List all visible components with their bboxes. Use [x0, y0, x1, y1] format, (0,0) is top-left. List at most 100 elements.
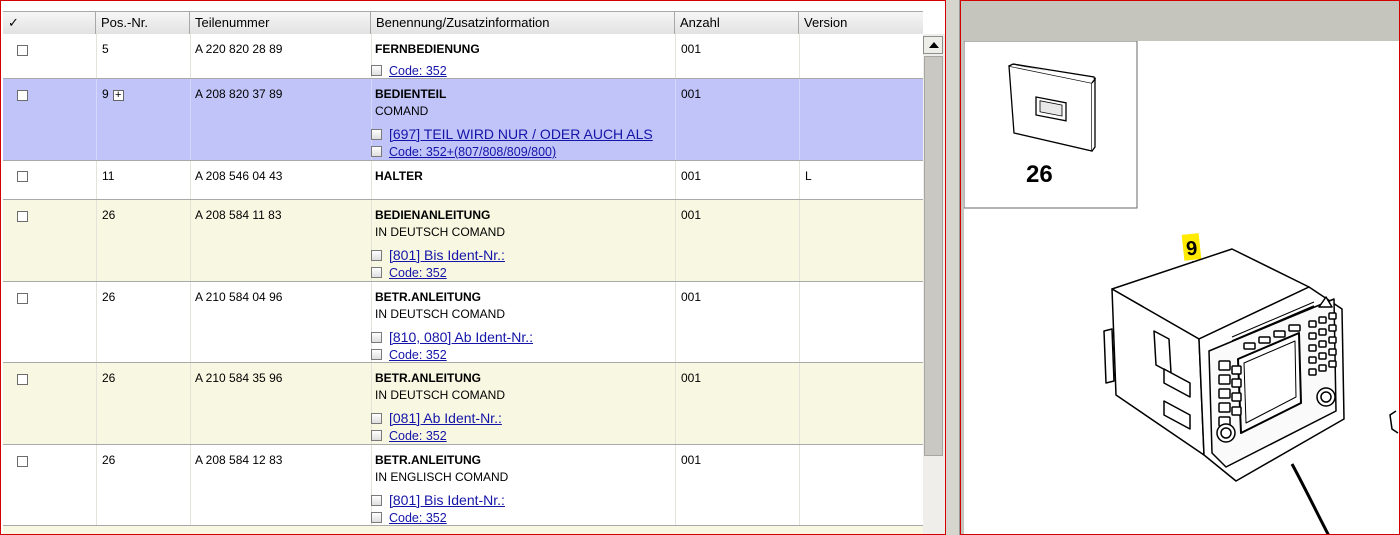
- pos-number: 26: [102, 453, 116, 467]
- row-checkbox[interactable]: [17, 90, 28, 101]
- quantity: 001: [681, 169, 702, 183]
- row-checkbox[interactable]: [17, 45, 28, 56]
- column-header-check[interactable]: ✓: [3, 12, 96, 34]
- note-link-row[interactable]: Code: 352: [371, 348, 447, 362]
- part-number: A 210 584 35 96: [195, 371, 283, 385]
- note-icon: [371, 146, 382, 157]
- note-link-row[interactable]: [697] TEIL WIRD NUR / ODER AUCH ALS: [371, 126, 653, 142]
- row-checkbox[interactable]: [17, 293, 28, 304]
- table-row[interactable]: 26 A 210 584 35 96 BETR.ANLEITUNG IN DEU…: [3, 363, 923, 445]
- part-subinfo: IN DEUTSCH COMAND: [375, 225, 506, 239]
- part-name: BETR.ANLEITUNG: [375, 371, 481, 385]
- row-checkbox[interactable]: [17, 171, 28, 182]
- pos-number: 11: [102, 169, 115, 183]
- note-icon: [371, 349, 382, 360]
- part-name: FERNBEDIENUNG: [375, 42, 480, 56]
- note-link-row[interactable]: [801] Bis Ident-Nr.:: [371, 492, 505, 508]
- row-checkbox[interactable]: [17, 456, 28, 467]
- comand-unit-illustration: [1103, 248, 1345, 482]
- code-link[interactable]: Code: 352: [389, 429, 447, 443]
- pos-number: 5: [102, 42, 109, 56]
- callout-position-label[interactable]: 9: [1185, 237, 1198, 260]
- partial-part-illustration: [1389, 410, 1399, 434]
- restriction-link[interactable]: [801] Bis Ident-Nr.:: [389, 492, 505, 508]
- parts-list-pane: ✓ Pos.-Nr. Teilenummer Benennung/Zusatzi…: [0, 0, 946, 535]
- pos-number: 26: [102, 371, 116, 385]
- quantity: 001: [681, 290, 702, 304]
- note-icon: [371, 250, 382, 261]
- drawing-pane: 26 9: [960, 0, 1400, 535]
- note-link-row[interactable]: Code: 352: [371, 266, 447, 280]
- quantity: 001: [681, 371, 702, 385]
- quantity: 001: [681, 453, 702, 467]
- quantity: 001: [681, 87, 702, 101]
- column-header-pos[interactable]: Pos.-Nr.: [96, 12, 190, 34]
- restriction-link[interactable]: [801] Bis Ident-Nr.:: [389, 247, 505, 263]
- column-header-description[interactable]: Benennung/Zusatzinformation: [371, 12, 675, 34]
- table-row-partial[interactable]: [3, 526, 923, 534]
- note-link-row[interactable]: [081] Ab Ident-Nr.:: [371, 410, 502, 426]
- code-link[interactable]: Code: 352: [389, 266, 447, 280]
- pos-number: 26: [102, 290, 116, 304]
- table-row[interactable]: 5 A 220 820 28 89 FERNBEDIENUNG Code: 35…: [3, 34, 923, 79]
- pane-splitter[interactable]: [946, 0, 960, 535]
- table-row[interactable]: 11 A 208 546 04 43 HALTER 001 L: [3, 161, 923, 200]
- note-link-row[interactable]: [810, 080] Ab Ident-Nr.:: [371, 329, 533, 345]
- pos-number: 26: [102, 208, 116, 222]
- scrollbar-thumb[interactable]: [924, 56, 943, 456]
- note-icon: [371, 267, 382, 278]
- note-icon: [371, 413, 382, 424]
- part-name: BETR.ANLEITUNG: [375, 290, 481, 304]
- part-number: A 208 820 37 89: [195, 87, 283, 101]
- code-link[interactable]: Code: 352: [389, 511, 447, 525]
- note-link-row[interactable]: Code: 352: [371, 429, 447, 443]
- scroll-up-arrow-icon[interactable]: [923, 36, 943, 54]
- part-subinfo: COMAND: [375, 104, 429, 118]
- pos-number: 9: [102, 87, 109, 101]
- quantity: 001: [681, 42, 702, 56]
- version: L: [805, 169, 812, 183]
- row-checkbox[interactable]: [17, 211, 28, 222]
- note-icon: [371, 129, 382, 140]
- part-subinfo: IN ENGLISCH COMAND: [375, 470, 509, 484]
- part-name: HALTER: [375, 169, 423, 183]
- table-row[interactable]: 26 A 210 584 04 96 BETR.ANLEITUNG IN DEU…: [3, 282, 923, 363]
- pos-number-cell: 9 +: [102, 87, 124, 101]
- part-name: BEDIENANLEITUNG: [375, 208, 491, 222]
- restriction-link[interactable]: [810, 080] Ab Ident-Nr.:: [389, 329, 533, 345]
- note-link-row[interactable]: Code: 352+(807/808/809/800): [371, 145, 556, 159]
- column-header-quantity[interactable]: Anzahl: [675, 12, 799, 34]
- cable-illustration: [1290, 463, 1330, 534]
- table-header: ✓ Pos.-Nr. Teilenummer Benennung/Zusatzi…: [3, 11, 923, 35]
- note-icon: [371, 332, 382, 343]
- part-number: A 220 820 28 89: [195, 42, 283, 56]
- vertical-scrollbar[interactable]: [923, 34, 945, 534]
- table-row-selected[interactable]: 9 + A 208 820 37 89 BEDIENTEIL COMAND [69…: [3, 79, 923, 161]
- note-link-row[interactable]: [801] Bis Ident-Nr.:: [371, 247, 505, 263]
- inset-position-label[interactable]: 26: [1026, 161, 1053, 188]
- quantity: 001: [681, 208, 702, 222]
- column-header-part-number[interactable]: Teilenummer: [190, 12, 371, 34]
- note-icon: [371, 512, 382, 523]
- part-subinfo: IN DEUTSCH COMAND: [375, 388, 506, 402]
- part-subinfo: IN DEUTSCH COMAND: [375, 307, 506, 321]
- part-name: BETR.ANLEITUNG: [375, 453, 481, 467]
- restriction-link[interactable]: [697] TEIL WIRD NUR / ODER AUCH ALS: [389, 126, 653, 142]
- parts-drawing[interactable]: 26 9: [963, 40, 1399, 534]
- part-number: A 210 584 04 96: [195, 290, 283, 304]
- code-link[interactable]: Code: 352: [389, 348, 447, 362]
- row-checkbox[interactable]: [17, 374, 28, 385]
- table-row[interactable]: 26 A 208 584 12 83 BETR.ANLEITUNG IN ENG…: [3, 445, 923, 526]
- code-link[interactable]: Code: 352: [389, 64, 447, 78]
- note-icon: [371, 430, 382, 441]
- restriction-link[interactable]: [081] Ab Ident-Nr.:: [389, 410, 502, 426]
- part-number: A 208 546 04 43: [195, 169, 283, 183]
- note-link-row[interactable]: Code: 352: [371, 511, 447, 525]
- code-link[interactable]: Code: 352+(807/808/809/800): [389, 145, 556, 159]
- expand-plus-icon[interactable]: +: [112, 90, 124, 101]
- column-header-version[interactable]: Version: [799, 12, 923, 34]
- parts-table-body: 5 A 220 820 28 89 FERNBEDIENUNG Code: 35…: [3, 34, 923, 534]
- drawing-svg: 26 9: [963, 40, 1399, 534]
- note-link-row[interactable]: Code: 352: [371, 64, 447, 78]
- table-row[interactable]: 26 A 208 584 11 83 BEDIENANLEITUNG IN DE…: [3, 200, 923, 282]
